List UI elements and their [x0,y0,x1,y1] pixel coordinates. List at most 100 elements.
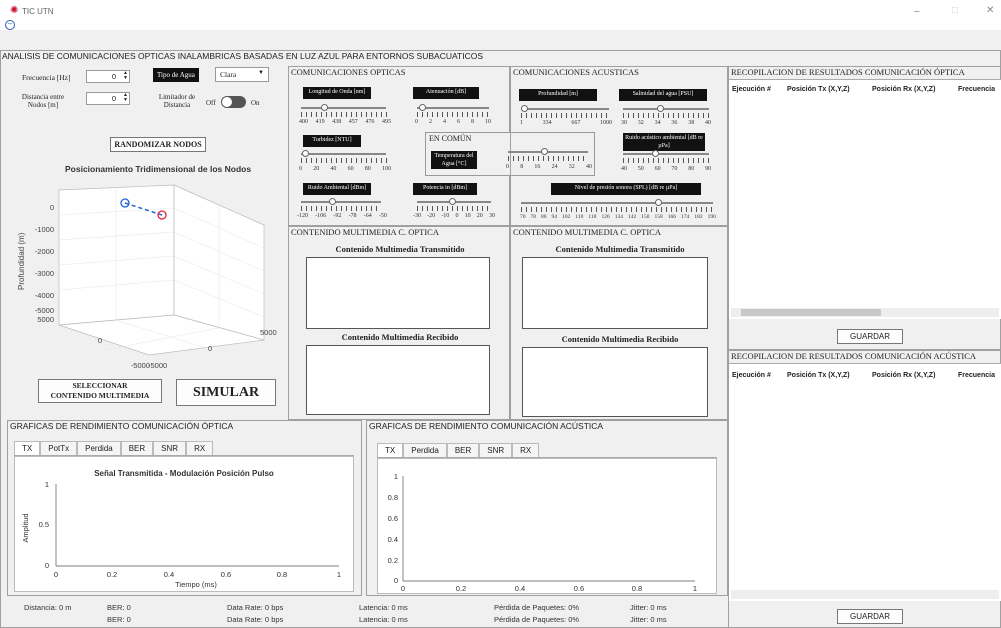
status-latency-acoustic: Latencia: 0 ms [359,615,408,624]
results-acoustic-panel: RECOPILACION DE RESULTADOS COMUNICACIÓN … [728,350,1001,628]
simulate-button[interactable]: SIMULAR [176,379,276,406]
tab-tx[interactable]: TX [377,443,404,457]
app-logo-icon: ✺ [10,5,19,16]
distance-limiter-switch[interactable] [221,96,246,108]
y-tick: 1 [45,480,49,489]
media-acoustic-tx-box [522,257,708,329]
temperature-knob[interactable] [541,148,548,155]
col-header[interactable]: Posición Rx (X,Y,Z) [872,86,935,93]
y-tick: 0 [98,336,102,345]
results-optical-table[interactable]: Ejecución # Posición Tx (X,Y,Z) Posición… [729,79,1001,319]
x-tick: -5000 [148,361,167,370]
spl-knob[interactable] [655,199,662,206]
maximize-button[interactable]: □ [952,5,958,16]
col-header[interactable]: Ejecución # [732,372,771,379]
tab-perdida[interactable]: Perdida [403,443,447,457]
attenuation-slider[interactable] [417,107,489,109]
attenuation-tick-labels: 0 2 4 6 8 10 [415,119,491,125]
x-tick: 5000 [260,328,277,337]
col-header[interactable]: Frecuencia [958,372,995,379]
turbidity-label: Turbidez [NTU] [303,135,361,147]
wavelength-slider[interactable] [301,107,386,109]
col-header[interactable]: Frecuencia [958,86,995,93]
x-tick: 1 [693,584,697,593]
tab-ber[interactable]: BER [120,441,154,455]
turbidity-tick-labels: 0 20 40 60 80 100 [299,166,391,172]
x-tick: 0.4 [164,570,174,579]
col-header[interactable]: Posición Tx (X,Y,Z) [787,372,850,379]
status-distance: Distancia: 0 m [24,603,72,612]
z-tick: -1000 [35,225,54,234]
salinity-ticks [623,113,709,118]
water-type-dropdown[interactable]: Clara ▼ [215,67,269,82]
plot-3d[interactable]: 0 -1000 -2000 -3000 -4000 -5000 5000 0 -… [14,170,284,380]
ambient-noise-knob[interactable] [329,198,336,205]
close-button[interactable]: ✕ [986,5,994,16]
wavelength-knob[interactable] [321,104,328,111]
tab-tx[interactable]: TX [14,441,41,455]
tab-perdida[interactable]: Perdida [77,441,121,455]
y-tick: 0.2 [388,556,398,565]
distance-value: 0 [111,94,116,103]
horizontal-scrollbar[interactable] [731,308,999,317]
z-tick: -2000 [35,247,54,256]
turbidity-slider[interactable] [301,153,386,155]
media-acoustic-panel: CONTENIDO MULTIMEDIA C. OPTICA Contenido… [510,226,728,420]
col-header[interactable]: Ejecución # [732,86,771,93]
spinner-arrows-icon[interactable]: ▲ ▼ [123,71,128,81]
acoustic-noise-knob[interactable] [652,150,659,157]
z-tick: -3000 [35,269,54,278]
turbidity-ticks [301,158,387,163]
save-optical-button[interactable]: GUARDAR [837,329,903,344]
tab-ber[interactable]: BER [446,443,480,457]
tab-rx[interactable]: RX [186,441,214,455]
depth-knob[interactable] [521,105,528,112]
media-optical-panel: CONTENIDO MULTIMEDIA C. OPTICA Contenido… [288,226,510,420]
tab-snr[interactable]: SNR [479,443,513,457]
frequency-spinner[interactable]: 0 ▲ ▼ [86,70,130,83]
graph-acoustic-tabs: TX Perdida BER SNR RX [377,443,717,458]
x-tick: 0.4 [515,584,525,593]
depth-slider[interactable] [521,108,609,110]
ambient-noise-slider[interactable] [301,201,381,203]
col-header[interactable]: Posición Tx (X,Y,Z) [787,86,850,93]
turbidity-knob[interactable] [302,150,309,157]
tab-rx[interactable]: RX [512,443,540,457]
results-acoustic-table[interactable]: Ejecución # Posición Tx (X,Y,Z) Posición… [729,363,1001,601]
toolbar-minus-icon[interactable]: – [5,20,15,30]
y-tick: 0 [394,576,398,585]
media-acoustic-title: CONTENIDO MULTIMEDIA C. OPTICA [513,227,661,237]
spl-slider[interactable] [521,202,713,204]
randomize-nodes-button[interactable]: RANDOMIZAR NODOS [110,137,206,152]
spinner-arrows-icon[interactable]: ▲ ▼ [123,93,128,103]
media-optical-tx-box [306,257,490,329]
x-tick: 0.8 [632,584,642,593]
graph-optical-plot[interactable]: Señal Transmitida - Modulación Posición … [14,456,354,592]
media-acoustic-tx-title: Contenido Multimedia Transmitido [555,244,685,254]
results-acoustic-title: RECOPILACION DE RESULTADOS COMUNICACIÓN … [731,351,977,361]
acoustic-noise-slider[interactable] [623,153,709,155]
temperature-tick-labels: 0 8 16 24 32 40 [506,164,592,170]
status-loss-acoustic: Pérdida de Paquetes: 0% [494,615,580,624]
tab-pottx[interactable]: PotTx [40,441,78,455]
z-tick: 0 [50,203,54,212]
graph-acoustic-plot[interactable]: 0 0.2 0.4 0.6 0.8 1 0 0.2 0.4 0.6 0.8 1 [377,458,717,594]
horizontal-scrollbar[interactable] [731,590,999,599]
media-optical-rx-box [306,345,490,415]
y-tick: 0.4 [388,535,398,544]
common-title: EN COMÚN [429,134,472,143]
power-in-knob[interactable] [449,198,456,205]
x-tick: 0.2 [456,584,466,593]
salinity-knob[interactable] [657,105,664,112]
save-acoustic-button[interactable]: GUARDAR [837,609,903,624]
distance-spinner[interactable]: 0 ▲ ▼ [86,92,130,105]
attenuation-knob[interactable] [419,104,426,111]
select-multimedia-button[interactable]: SELECCIONAR CONTENIDO MULTIMEDIA [38,379,162,403]
switch-on-label: On [251,99,260,107]
temperature-slider[interactable] [508,151,588,153]
salinity-slider[interactable] [623,108,709,110]
acoustic-title: COMUNICACIONES ACUSTICAS [513,67,639,77]
tab-snr[interactable]: SNR [153,441,187,455]
minimize-button[interactable]: – [914,6,920,17]
col-header[interactable]: Posición Rx (X,Y,Z) [872,372,935,379]
